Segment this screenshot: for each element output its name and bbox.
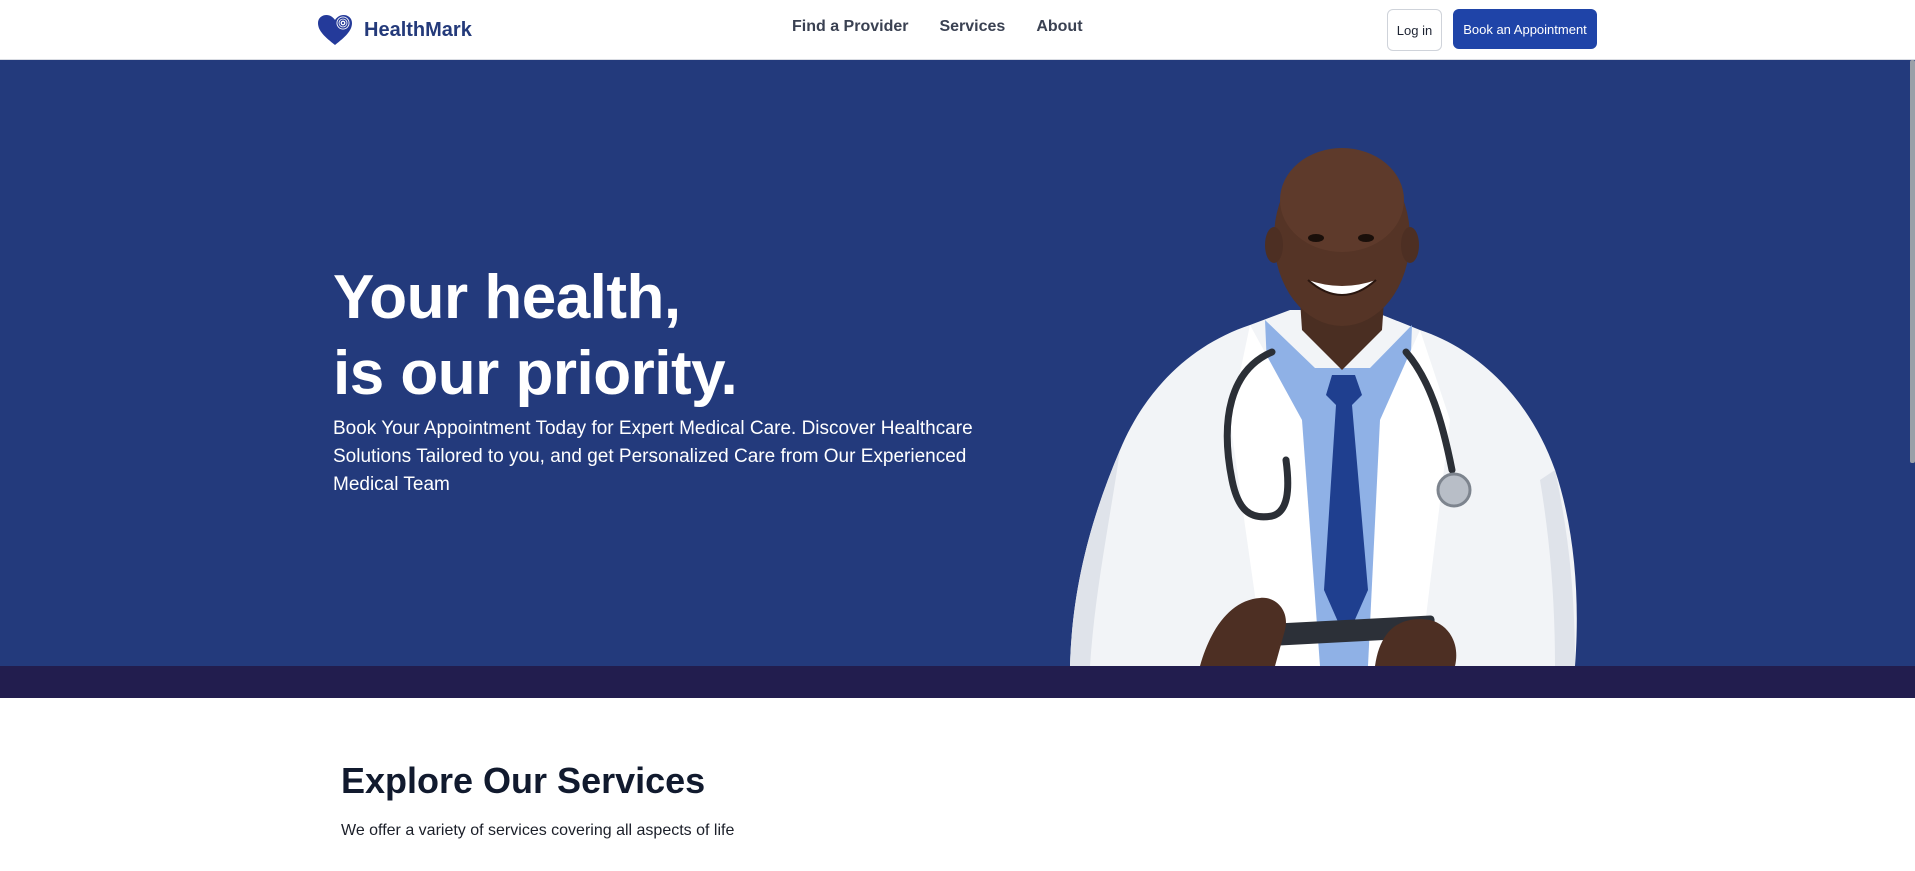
page-scrollbar[interactable]	[1910, 60, 1915, 463]
hero-title-line-1: Your health,	[333, 263, 681, 332]
brand-name: HealthMark	[364, 18, 472, 41]
doctor-image	[1070, 148, 1577, 666]
services-title: Explore Our Services	[341, 760, 706, 801]
book-appointment-button[interactable]: Book an Appointment	[1453, 9, 1597, 49]
login-button[interactable]: Log in	[1387, 9, 1442, 51]
main-nav: Find a Provider Services About	[792, 18, 1083, 36]
services-subtitle: We offer a variety of services covering …	[341, 822, 735, 839]
hero-title: Your health, is our priority.	[333, 260, 738, 412]
hero-title-line-2: is our priority.	[333, 339, 738, 408]
heart-logo-icon	[318, 15, 352, 45]
brand-logo-link[interactable]: HealthMark	[316, 12, 472, 48]
hero-section: Your health, is our priority. Book Your …	[0, 60, 1915, 666]
hero-bottom-band	[0, 666, 1915, 698]
hero-subtitle: Book Your Appointment Today for Expert M…	[333, 418, 973, 495]
nav-link-find-a-provider[interactable]: Find a Provider	[792, 18, 908, 36]
site-header: HealthMark Find a Provider Services Abou…	[0, 0, 1915, 60]
nav-link-services[interactable]: Services	[939, 18, 1005, 36]
nav-link-about[interactable]: About	[1036, 18, 1082, 36]
